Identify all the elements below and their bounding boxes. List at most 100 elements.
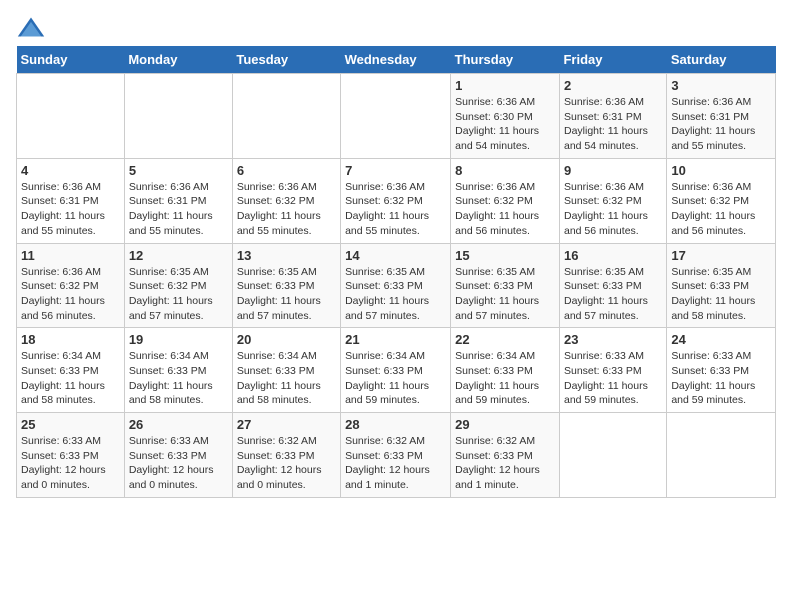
day-number: 20 xyxy=(237,332,336,347)
day-info: Sunrise: 6:35 AM Sunset: 6:33 PM Dayligh… xyxy=(455,265,555,324)
weekday-header: Friday xyxy=(559,46,666,74)
weekday-header: Monday xyxy=(124,46,232,74)
calendar-cell: 15 Sunrise: 6:35 AM Sunset: 6:33 PM Dayli… xyxy=(451,243,560,328)
calendar-cell: 10Sunrise: 6:36 AM Sunset: 6:32 PM Dayli… xyxy=(667,158,776,243)
day-info: Sunrise: 6:36 AM Sunset: 6:32 PM Dayligh… xyxy=(21,265,120,324)
calendar-cell: 22 Sunrise: 6:34 AM Sunset: 6:33 PM Dayli… xyxy=(451,328,560,413)
day-number: 21 xyxy=(345,332,446,347)
day-info: Sunrise: 6:35 AM Sunset: 6:33 PM Dayligh… xyxy=(564,265,662,324)
day-info: Sunrise: 6:35 AM Sunset: 6:33 PM Dayligh… xyxy=(345,265,446,324)
calendar-cell xyxy=(17,74,125,159)
day-number: 7 xyxy=(345,163,446,178)
weekday-header: Wednesday xyxy=(341,46,451,74)
weekday-header: Saturday xyxy=(667,46,776,74)
day-number: 17 xyxy=(671,248,771,263)
day-info: Sunrise: 6:33 AM Sunset: 6:33 PM Dayligh… xyxy=(564,349,662,408)
calendar-cell: 2 Sunrise: 6:36 AM Sunset: 6:31 PM Daylig… xyxy=(559,74,666,159)
calendar-cell: 7 Sunrise: 6:36 AM Sunset: 6:32 PM Daylig… xyxy=(341,158,451,243)
weekday-header: Sunday xyxy=(17,46,125,74)
day-number: 25 xyxy=(21,417,120,432)
day-number: 4 xyxy=(21,163,120,178)
calendar-cell: 9 Sunrise: 6:36 AM Sunset: 6:32 PM Daylig… xyxy=(559,158,666,243)
day-info: Sunrise: 6:34 AM Sunset: 6:33 PM Dayligh… xyxy=(345,349,446,408)
day-number: 23 xyxy=(564,332,662,347)
calendar-cell: 17 Sunrise: 6:35 AM Sunset: 6:33 PM Dayli… xyxy=(667,243,776,328)
day-info: Sunrise: 6:34 AM Sunset: 6:33 PM Dayligh… xyxy=(237,349,336,408)
calendar-cell: 14 Sunrise: 6:35 AM Sunset: 6:33 PM Dayli… xyxy=(341,243,451,328)
day-number: 15 xyxy=(455,248,555,263)
calendar-cell: 4 Sunrise: 6:36 AM Sunset: 6:31 PM Daylig… xyxy=(17,158,125,243)
calendar-cell: 20 Sunrise: 6:34 AM Sunset: 6:33 PM Dayli… xyxy=(232,328,340,413)
calendar-cell: 5 Sunrise: 6:36 AM Sunset: 6:31 PM Daylig… xyxy=(124,158,232,243)
calendar-table: SundayMondayTuesdayWednesdayThursdayFrid… xyxy=(16,46,776,498)
day-info: Sunrise: 6:35 AM Sunset: 6:33 PM Dayligh… xyxy=(237,265,336,324)
day-info: Sunrise: 6:36 AM Sunset: 6:32 PM Dayligh… xyxy=(237,180,336,239)
day-number: 18 xyxy=(21,332,120,347)
calendar-cell: 29 Sunrise: 6:32 AM Sunset: 6:33 PM Dayli… xyxy=(451,413,560,498)
calendar-cell: 12 Sunrise: 6:35 AM Sunset: 6:32 PM Dayli… xyxy=(124,243,232,328)
calendar-cell: 28 Sunrise: 6:32 AM Sunset: 6:33 PM Dayli… xyxy=(341,413,451,498)
calendar-cell: 26 Sunrise: 6:33 AM Sunset: 6:33 PM Dayli… xyxy=(124,413,232,498)
day-info: Sunrise: 6:36 AM Sunset: 6:32 PM Dayligh… xyxy=(345,180,446,239)
day-number: 9 xyxy=(564,163,662,178)
day-number: 28 xyxy=(345,417,446,432)
day-number: 11 xyxy=(21,248,120,263)
calendar-cell: 24 Sunrise: 6:33 AM Sunset: 6:33 PM Dayli… xyxy=(667,328,776,413)
page-header xyxy=(16,16,776,38)
day-info: Sunrise: 6:32 AM Sunset: 6:33 PM Dayligh… xyxy=(237,434,336,493)
day-number: 22 xyxy=(455,332,555,347)
calendar-cell xyxy=(124,74,232,159)
logo-icon xyxy=(16,16,46,38)
day-info: Sunrise: 6:33 AM Sunset: 6:33 PM Dayligh… xyxy=(671,349,771,408)
day-number: 29 xyxy=(455,417,555,432)
calendar-cell xyxy=(232,74,340,159)
day-info: Sunrise: 6:36 AM Sunset: 6:31 PM Dayligh… xyxy=(21,180,120,239)
calendar-cell: 27 Sunrise: 6:32 AM Sunset: 6:33 PM Dayli… xyxy=(232,413,340,498)
calendar-cell: 13 Sunrise: 6:35 AM Sunset: 6:33 PM Dayli… xyxy=(232,243,340,328)
day-number: 13 xyxy=(237,248,336,263)
calendar-cell: 11 Sunrise: 6:36 AM Sunset: 6:32 PM Dayli… xyxy=(17,243,125,328)
day-number: 1 xyxy=(455,78,555,93)
day-info: Sunrise: 6:35 AM Sunset: 6:33 PM Dayligh… xyxy=(671,265,771,324)
day-info: Sunrise: 6:36 AM Sunset: 6:30 PM Dayligh… xyxy=(455,95,555,154)
day-number: 2 xyxy=(564,78,662,93)
day-info: Sunrise: 6:36 AM Sunset: 6:31 PM Dayligh… xyxy=(564,95,662,154)
day-number: 26 xyxy=(129,417,228,432)
day-info: Sunrise: 6:36 AM Sunset: 6:32 PM Dayligh… xyxy=(564,180,662,239)
day-number: 5 xyxy=(129,163,228,178)
calendar-cell: 3 Sunrise: 6:36 AM Sunset: 6:31 PM Daylig… xyxy=(667,74,776,159)
day-info: Sunrise: 6:36 AM Sunset: 6:32 PM Dayligh… xyxy=(455,180,555,239)
calendar-cell: 19 Sunrise: 6:34 AM Sunset: 6:33 PM Dayli… xyxy=(124,328,232,413)
day-number: 16 xyxy=(564,248,662,263)
day-info: Sunrise: 6:33 AM Sunset: 6:33 PM Dayligh… xyxy=(21,434,120,493)
day-number: 24 xyxy=(671,332,771,347)
day-info: Sunrise: 6:32 AM Sunset: 6:33 PM Dayligh… xyxy=(455,434,555,493)
calendar-cell: 16 Sunrise: 6:35 AM Sunset: 6:33 PM Dayli… xyxy=(559,243,666,328)
calendar-cell: 21 Sunrise: 6:34 AM Sunset: 6:33 PM Dayli… xyxy=(341,328,451,413)
calendar-cell: 1 Sunrise: 6:36 AM Sunset: 6:30 PM Daylig… xyxy=(451,74,560,159)
day-info: Sunrise: 6:35 AM Sunset: 6:32 PM Dayligh… xyxy=(129,265,228,324)
day-info: Sunrise: 6:34 AM Sunset: 6:33 PM Dayligh… xyxy=(129,349,228,408)
calendar-cell xyxy=(341,74,451,159)
day-info: Sunrise: 6:36 AM Sunset: 6:31 PM Dayligh… xyxy=(671,95,771,154)
day-info: Sunrise: 6:32 AM Sunset: 6:33 PM Dayligh… xyxy=(345,434,446,493)
day-info: Sunrise: 6:36 AM Sunset: 6:31 PM Dayligh… xyxy=(129,180,228,239)
day-info: Sunrise: 6:34 AM Sunset: 6:33 PM Dayligh… xyxy=(21,349,120,408)
day-number: 27 xyxy=(237,417,336,432)
calendar-cell: 8Sunrise: 6:36 AM Sunset: 6:32 PM Daylig… xyxy=(451,158,560,243)
day-info: Sunrise: 6:36 AM Sunset: 6:32 PM Dayligh… xyxy=(671,180,771,239)
calendar-cell: 6 Sunrise: 6:36 AM Sunset: 6:32 PM Daylig… xyxy=(232,158,340,243)
weekday-header: Tuesday xyxy=(232,46,340,74)
day-number: 19 xyxy=(129,332,228,347)
calendar-cell: 25 Sunrise: 6:33 AM Sunset: 6:33 PM Dayli… xyxy=(17,413,125,498)
logo xyxy=(16,16,50,38)
calendar-cell: 18 Sunrise: 6:34 AM Sunset: 6:33 PM Dayli… xyxy=(17,328,125,413)
day-number: 14 xyxy=(345,248,446,263)
day-number: 3 xyxy=(671,78,771,93)
day-number: 6 xyxy=(237,163,336,178)
calendar-cell: 23 Sunrise: 6:33 AM Sunset: 6:33 PM Dayli… xyxy=(559,328,666,413)
day-info: Sunrise: 6:34 AM Sunset: 6:33 PM Dayligh… xyxy=(455,349,555,408)
weekday-header: Thursday xyxy=(451,46,560,74)
day-number: 12 xyxy=(129,248,228,263)
day-info: Sunrise: 6:33 AM Sunset: 6:33 PM Dayligh… xyxy=(129,434,228,493)
